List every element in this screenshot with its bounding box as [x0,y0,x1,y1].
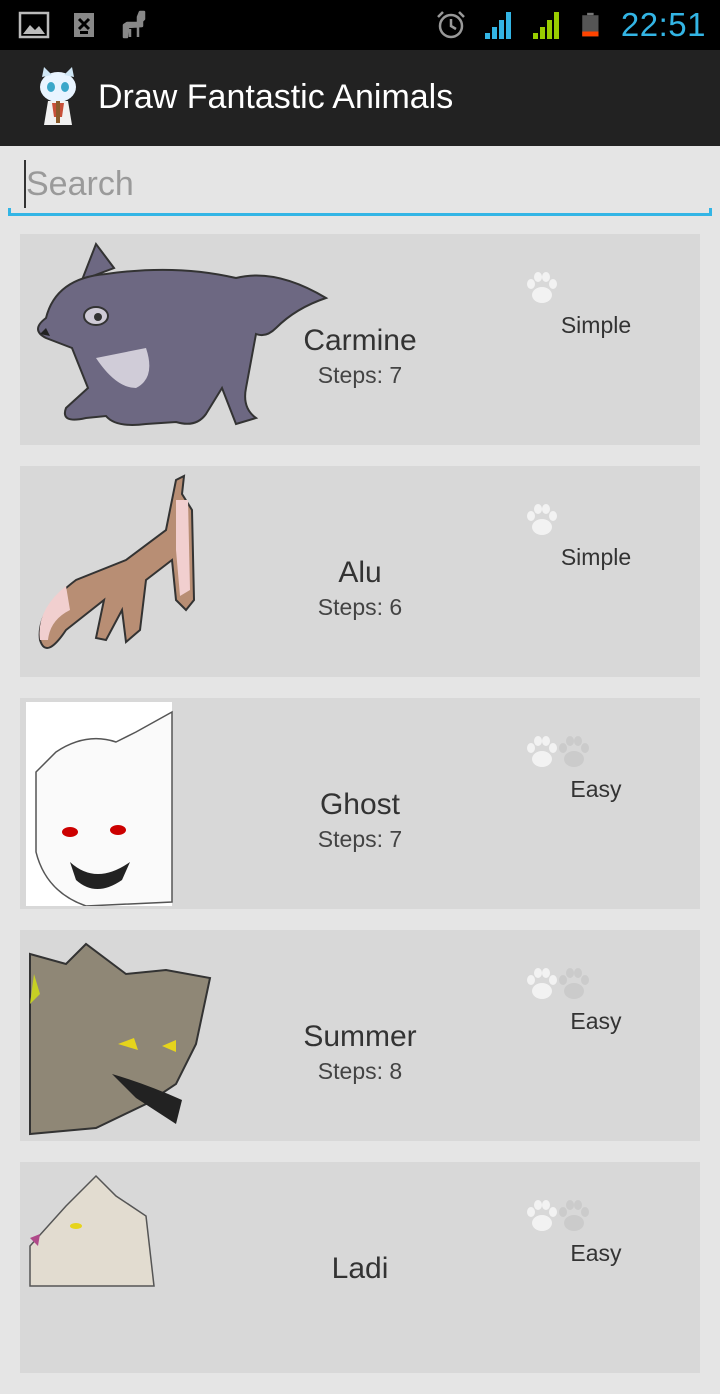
list-item[interactable]: Ghost Steps: 7 Easy [20,698,700,909]
difficulty-label: Easy [570,1240,622,1266]
image-icon [18,11,50,39]
text-caret [24,160,26,208]
difficulty-label: Easy [570,1008,622,1034]
animal-name: Carmine [303,324,417,357]
animal-list: Carmine Steps: 7 Simple Alu Steps: 6 Sim… [20,234,700,1394]
wifi-signal-icon [484,12,511,39]
difficulty-paws [522,1196,594,1236]
difficulty-paws [522,732,594,772]
difficulty-paws [522,268,562,308]
status-bar: 22:51 [0,0,720,50]
paw-empty-icon [559,736,589,767]
search-underline [8,208,712,216]
paw-filled-icon [527,504,557,535]
list-item[interactable]: Summer Steps: 8 Easy [20,930,700,1141]
animal-name: Summer [303,1020,417,1053]
app-title: Draw Fantastic Animals [98,78,454,116]
animal-steps: Steps: 6 [317,594,403,620]
animal-steps: Steps: 8 [317,1058,403,1084]
paw-empty-icon [559,1200,589,1231]
app-wolf-icon[interactable] [28,67,88,129]
animal-steps: Steps: 7 [317,362,403,388]
difficulty-paws [522,500,562,540]
difficulty-label: Simple [560,544,632,570]
paw-filled-icon [527,272,557,303]
cell-signal-icon [532,12,559,39]
action-bar: Draw Fantastic Animals [0,50,720,146]
alpaca-icon [122,10,146,39]
paw-empty-icon [559,968,589,999]
difficulty-paws [522,964,594,1004]
battery-icon [582,12,599,37]
search-box[interactable] [8,152,712,216]
usb-debug-icon [74,13,94,37]
animal-name: Ladi [331,1252,389,1285]
difficulty-label: Easy [570,776,622,802]
difficulty-label: Simple [560,312,632,338]
alarm-icon [437,11,465,39]
animal-steps: Steps: 7 [317,826,403,852]
animal-name: Ghost [319,788,401,821]
list-item[interactable]: Alu Steps: 6 Simple [20,466,700,677]
list-item[interactable]: Ladi Easy [20,1162,700,1373]
animal-name: Alu [338,556,382,589]
list-item[interactable]: Carmine Steps: 7 Simple [20,234,700,445]
clock: 22:51 [620,6,706,43]
search-input[interactable] [22,160,706,208]
